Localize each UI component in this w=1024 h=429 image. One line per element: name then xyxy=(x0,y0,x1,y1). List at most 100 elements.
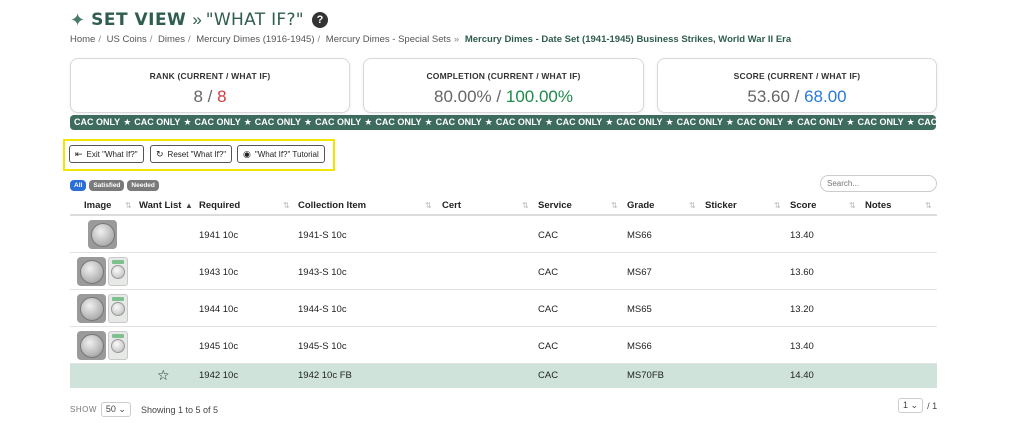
page-size-select[interactable]: 50 ⌄ xyxy=(100,402,131,417)
score-current: 53.60 xyxy=(747,87,790,106)
col-notes[interactable]: Notes xyxy=(865,200,891,211)
completion-current: 80.00% xyxy=(434,87,492,106)
sort-icon[interactable]: ⇅ xyxy=(522,201,529,210)
star-icon: ★ xyxy=(364,117,373,127)
set-table: Image ⇅ Want List ▲ Required ⇅ Collectio… xyxy=(70,196,937,388)
rank-value: 8 / 8 xyxy=(193,87,227,106)
breadcrumb-us-coins[interactable]: US Coins xyxy=(107,34,147,45)
score-value: 53.60 / 68.00 xyxy=(747,87,847,106)
cell-service: CAC xyxy=(538,267,559,278)
cell-required: 1941 10c xyxy=(199,230,239,241)
completion-whatif: 100.00% xyxy=(505,87,573,106)
col-service[interactable]: Service xyxy=(538,200,572,211)
score-card: SCORE (CURRENT / WHAT IF) 53.60 / 68.00 xyxy=(657,58,937,113)
filter-satisfied[interactable]: Satisfied xyxy=(89,180,125,191)
exit-icon: ⇤ xyxy=(75,148,83,159)
sort-icon[interactable]: ⇅ xyxy=(611,201,618,210)
cac-only-text: CAC ONLY xyxy=(74,117,121,127)
star-icon: ★ xyxy=(303,117,313,127)
table-row[interactable]: 1945 10c 1945-S 10c CAC MS66 13.40 xyxy=(70,327,937,364)
page-select[interactable]: 1 ⌄ xyxy=(898,398,924,413)
star-icon: ★ xyxy=(906,117,915,127)
cell-collection-item[interactable]: 1944-S 10c xyxy=(298,304,347,315)
cac-only-text: CAC OI xyxy=(917,117,936,127)
completion-card: COMPLETION (CURRENT / WHAT IF) 80.00% / … xyxy=(363,58,644,113)
coin-image[interactable] xyxy=(88,220,117,249)
rank-current: 8 xyxy=(193,87,203,106)
sort-icon[interactable]: ⇅ xyxy=(425,201,432,210)
filter-all[interactable]: All xyxy=(70,180,87,191)
breadcrumb-home[interactable]: Home xyxy=(70,34,95,45)
want-list-star-icon[interactable]: ☆ xyxy=(157,367,170,384)
cell-score: 13.40 xyxy=(790,230,814,241)
cell-collection-item[interactable]: 1945-S 10c xyxy=(298,341,347,352)
sort-icon[interactable]: ⇅ xyxy=(283,201,290,210)
cell-service: CAC xyxy=(538,230,559,241)
star-icon: ★ xyxy=(123,117,132,127)
col-grade[interactable]: Grade xyxy=(627,200,654,211)
cell-grade: MS65 xyxy=(627,304,652,315)
breadcrumb-special-sets[interactable]: Mercury Dimes - Special Sets xyxy=(326,34,451,45)
col-cert[interactable]: Cert xyxy=(442,200,461,211)
cell-score: 13.40 xyxy=(790,341,814,352)
slab-image[interactable] xyxy=(108,257,128,286)
chevron-down-icon: ⌄ xyxy=(910,400,919,410)
col-image[interactable]: Image xyxy=(84,200,111,211)
table-row[interactable]: 1941 10c 1941-S 10c CAC MS66 13.40 xyxy=(70,216,937,253)
cac-only-text: CAC ONLY xyxy=(797,117,844,127)
col-collection-item[interactable]: Collection Item xyxy=(298,200,366,211)
sort-icon[interactable]: ⇅ xyxy=(774,201,781,210)
page-total: / 1 xyxy=(927,400,938,411)
table-row[interactable]: 1943 10c 1943-S 10c CAC MS67 13.60 xyxy=(70,253,937,290)
sort-icon[interactable]: ⇅ xyxy=(849,201,856,210)
completion-value: 80.00% / 100.00% xyxy=(434,87,573,106)
sort-icon[interactable]: ⇅ xyxy=(125,201,132,210)
page-subtitle: "WHAT IF?" xyxy=(205,10,304,30)
reset-whatif-button[interactable]: ↻ Reset "What If?" xyxy=(150,145,233,163)
breadcrumb-mercury-dimes[interactable]: Mercury Dimes (1916-1945) xyxy=(196,34,314,45)
chevron-down-icon: ⌄ xyxy=(118,404,126,414)
cac-only-text: CAC ONLY xyxy=(134,117,181,127)
cac-only-banner: CAC ONLY ★ CAC ONLY ★ CAC ONLY ★ CAC ONLY ★ CAC … xyxy=(70,115,936,130)
reset-icon: ↻ xyxy=(156,148,164,159)
sparkle-icon: ✦ xyxy=(70,10,86,30)
sort-icon[interactable]: ⇅ xyxy=(925,201,932,210)
cac-only-text: CAC ONLY xyxy=(375,117,422,127)
eye-icon: ◉ xyxy=(243,148,251,159)
cell-collection-item[interactable]: 1941-S 10c xyxy=(298,230,347,241)
cac-only-text: CAC ONLY xyxy=(254,117,301,127)
cell-service: CAC xyxy=(538,341,559,352)
cac-only-text: CAC ONLY xyxy=(435,117,482,127)
cell-grade: MS66 xyxy=(627,341,652,352)
table-row[interactable]: 1944 10c 1944-S 10c CAC MS65 13.20 xyxy=(70,290,937,327)
sort-icon[interactable]: ⇅ xyxy=(689,201,696,210)
cell-collection-item[interactable]: 1942 10c FB xyxy=(298,370,352,381)
cell-required: 1943 10c xyxy=(199,267,239,278)
col-want-list[interactable]: Want List xyxy=(139,200,181,211)
coin-image[interactable] xyxy=(77,257,106,286)
cac-only-text: CAC ONLY xyxy=(616,117,663,127)
slab-image[interactable] xyxy=(108,331,128,360)
col-sticker[interactable]: Sticker xyxy=(705,200,737,211)
col-score[interactable]: Score xyxy=(790,200,816,211)
cell-collection-item[interactable]: 1943-S 10c xyxy=(298,267,347,278)
coin-image[interactable] xyxy=(77,331,106,360)
whatif-tutorial-button[interactable]: ◉ "What If?" Tutorial xyxy=(237,145,325,163)
star-icon: ★ xyxy=(786,117,795,127)
star-icon: ★ xyxy=(545,117,554,127)
star-icon: ★ xyxy=(484,117,493,127)
cell-score: 13.60 xyxy=(790,267,814,278)
cell-required: 1942 10c xyxy=(199,370,239,381)
slab-image[interactable] xyxy=(108,294,128,323)
breadcrumb-current: Mercury Dimes - Date Set (1941-1945) Bus… xyxy=(464,34,792,45)
breadcrumb-dimes[interactable]: Dimes xyxy=(158,34,185,45)
exit-whatif-button[interactable]: ⇤ Exit "What If?" xyxy=(69,145,144,163)
help-icon[interactable]: ? xyxy=(311,12,328,28)
cell-grade: MS66 xyxy=(627,230,652,241)
table-row-whatif[interactable]: ☆ 1942 10c 1942 10c FB CAC MS70FB 14.40 xyxy=(70,364,937,388)
col-required[interactable]: Required xyxy=(199,200,240,211)
filter-needed[interactable]: Needed xyxy=(127,180,159,191)
search-input[interactable] xyxy=(820,175,937,192)
coin-image[interactable] xyxy=(77,294,106,323)
sort-asc-icon[interactable]: ▲ xyxy=(185,201,193,210)
